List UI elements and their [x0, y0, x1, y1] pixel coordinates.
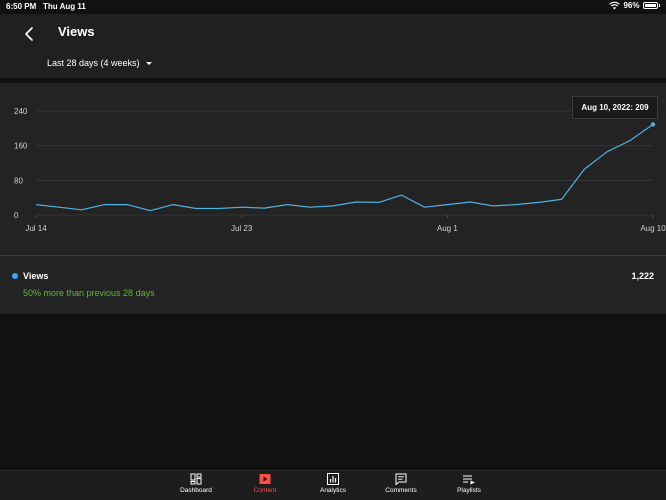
- analytics-icon: [327, 473, 339, 485]
- nav-dashboard[interactable]: Dashboard: [166, 473, 226, 494]
- status-indicators: 96%: [609, 1, 660, 10]
- x-tick-label: Jul 14: [25, 224, 47, 233]
- nav-label: Dashboard: [180, 487, 212, 494]
- y-tick-label: 160: [14, 142, 28, 151]
- date-range-label: Last 28 days (4 weeks): [47, 58, 140, 68]
- nav-label: Comments: [385, 487, 417, 494]
- battery-icon: [642, 2, 658, 9]
- data-point: [650, 122, 656, 127]
- nav-label: Analytics: [319, 487, 346, 494]
- views-chart[interactable]: 0 80 160 240 Jul 14 Jul 23 Aug 1 Aug 10: [0, 83, 666, 255]
- battery-tip-icon: [658, 4, 660, 7]
- series-label: Views: [23, 271, 49, 281]
- chart-tooltip: Aug 10, 2022: 209: [572, 96, 658, 119]
- page-title: Views: [58, 24, 95, 39]
- nav-playlists[interactable]: Playlists: [439, 473, 499, 494]
- dashboard-icon: [190, 473, 202, 485]
- views-total: 1,222: [631, 271, 654, 281]
- chevron-down-icon: [145, 61, 152, 65]
- divider: [0, 255, 666, 256]
- series-dot-icon: [12, 273, 18, 279]
- x-tick-label: Aug 10: [640, 224, 666, 233]
- status-date: Thu Aug 11: [43, 2, 86, 11]
- x-tick-label: Jul 23: [231, 224, 253, 233]
- content-icon: [259, 474, 271, 484]
- playlists-icon: [463, 475, 475, 485]
- nav-label: Playlists: [457, 487, 481, 494]
- page-header: Views Last 28 days (4 weeks): [0, 14, 666, 78]
- nav-label: Content: [253, 487, 277, 494]
- comparison-text: 50% more than previous 28 days: [23, 288, 155, 298]
- nav-analytics[interactable]: Analytics: [303, 473, 363, 494]
- nav-comments[interactable]: Comments: [371, 473, 431, 494]
- y-tick-label: 240: [14, 107, 28, 116]
- bottom-nav: Dashboard Content Analytics Comments Pla…: [0, 470, 666, 500]
- wifi-icon: [609, 1, 621, 10]
- back-arrow-icon[interactable]: [18, 22, 42, 46]
- comments-icon: [395, 473, 407, 485]
- date-range-dropdown[interactable]: Last 28 days (4 weeks): [47, 58, 152, 68]
- x-tick-label: Aug 1: [437, 224, 458, 233]
- battery-percent: 96%: [623, 1, 640, 10]
- status-time: 6:50 PM: [6, 2, 37, 11]
- nav-content[interactable]: Content: [235, 473, 295, 494]
- views-card: 0 80 160 240 Jul 14 Jul 23 Aug 1 Aug 10 Aug 10,…: [0, 83, 666, 314]
- y-tick-label: 80: [14, 176, 23, 185]
- y-tick-label: 0: [14, 211, 19, 220]
- views-series-line: [35, 123, 654, 212]
- status-bar: 6:50 PM Thu Aug 11 96%: [0, 0, 666, 14]
